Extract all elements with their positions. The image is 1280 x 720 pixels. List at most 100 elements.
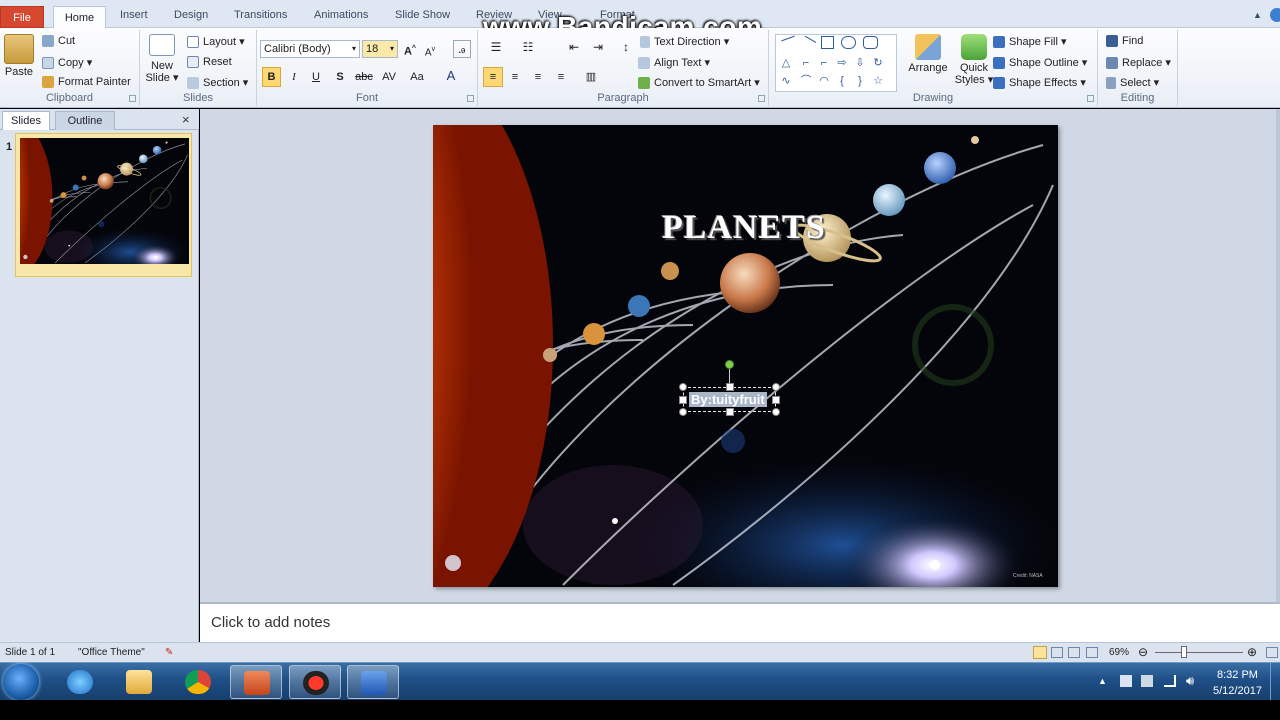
left-brace-icon[interactable]: { — [833, 72, 851, 90]
notes-pane[interactable]: Click to add notes — [200, 602, 1280, 642]
resize-handle-bl[interactable] — [679, 408, 687, 416]
align-right-icon[interactable]: ≡ — [529, 68, 547, 86]
resize-handle-tr[interactable] — [772, 383, 780, 391]
help-icon[interactable] — [1270, 8, 1280, 22]
clipboard-launcher-icon[interactable] — [129, 95, 136, 102]
font-launcher-icon[interactable] — [467, 95, 474, 102]
minimize-ribbon-icon[interactable]: ▲ — [1253, 10, 1265, 22]
clear-format-icon[interactable]: ꭿ — [453, 40, 471, 58]
taskbar-explorer[interactable] — [113, 665, 165, 699]
shape-effects-button[interactable]: Shape Effects ▾ — [993, 76, 1086, 90]
increase-indent-icon[interactable]: ⇥ — [586, 38, 610, 56]
close-pane-icon[interactable]: × — [182, 112, 190, 127]
notes-placeholder[interactable]: Click to add notes — [211, 614, 330, 631]
device-icon[interactable] — [1141, 675, 1153, 687]
character-spacing-button[interactable]: AV — [378, 68, 400, 86]
drawing-launcher-icon[interactable] — [1087, 95, 1094, 102]
right-arrow-shape-icon[interactable]: ⇨ — [833, 54, 851, 72]
arc-shape-icon[interactable]: ◠ — [815, 72, 833, 90]
taskbar-word[interactable] — [347, 665, 399, 699]
replace-button[interactable]: Replace ▾ — [1106, 56, 1171, 70]
cut-button[interactable]: Cut — [42, 35, 75, 48]
subtitle-textbox[interactable]: By:tuityfruit — [679, 383, 780, 416]
zoom-slider-thumb[interactable] — [1181, 646, 1187, 658]
select-button[interactable]: Select ▾ — [1106, 76, 1159, 90]
resize-handle-tl[interactable] — [679, 383, 687, 391]
right-brace-icon[interactable]: } — [851, 72, 869, 90]
slide-canvas[interactable]: PLANETS By:tuityfruit Credit: NASA — [433, 125, 1058, 587]
slide-title[interactable]: PLANETS — [662, 209, 826, 247]
taskbar-chrome[interactable] — [172, 665, 224, 699]
new-slide-button[interactable]: New Slide ▾ — [144, 34, 180, 84]
rectangle-shape-icon[interactable] — [821, 36, 834, 49]
reading-view-icon[interactable] — [1068, 647, 1080, 658]
elbow-connector-icon[interactable]: ⌐ — [797, 54, 815, 72]
triangle-shape-icon[interactable]: △ — [777, 54, 795, 72]
tab-slide-show[interactable]: Slide Show — [395, 9, 450, 21]
down-arrow-shape-icon[interactable]: ⇩ — [851, 54, 869, 72]
align-left-icon[interactable]: ≡ — [483, 67, 503, 87]
tab-transitions[interactable]: Transitions — [234, 9, 287, 21]
grow-font-icon[interactable]: A^ — [401, 40, 419, 58]
format-painter-button[interactable]: Format Painter — [42, 76, 131, 89]
italic-button[interactable]: I — [285, 68, 303, 86]
convert-smartart-button[interactable]: Convert to SmartArt ▾ — [638, 76, 760, 90]
bullets-icon[interactable]: ☰ — [484, 38, 508, 56]
oval-shape-icon[interactable] — [841, 36, 856, 49]
font-size-select[interactable]: 18 ▾ — [362, 40, 398, 58]
find-button[interactable]: Find — [1106, 35, 1143, 48]
tab-design[interactable]: Design — [174, 9, 208, 21]
editor-scrollbar[interactable] — [1276, 109, 1280, 602]
rounded-rect-shape-icon[interactable] — [863, 36, 878, 49]
slide-sorter-icon[interactable] — [1051, 647, 1063, 658]
paste-button[interactable]: Paste — [3, 34, 35, 78]
slide-thumbnail[interactable] — [15, 133, 192, 277]
start-button-icon[interactable] — [3, 664, 39, 700]
volume-icon[interactable]: 🔊︎ — [1186, 673, 1194, 689]
copy-button[interactable]: Copy ▾ — [42, 56, 92, 70]
spell-check-icon[interactable]: ✎ — [165, 647, 173, 658]
system-clock[interactable]: 8:32 PM 5/12/2017 — [1213, 667, 1262, 699]
align-center-icon[interactable]: ≡ — [506, 68, 524, 86]
underline-button[interactable]: U — [307, 68, 325, 86]
elbow-arrow-icon[interactable]: ⌐ — [815, 54, 833, 72]
star-shape-icon[interactable]: ☆ — [869, 72, 887, 90]
text-direction-button[interactable]: Text Direction ▾ — [640, 35, 729, 49]
resize-handle-tm[interactable] — [726, 383, 734, 391]
resize-handle-br[interactable] — [772, 408, 780, 416]
resize-handle-ml[interactable] — [679, 396, 687, 404]
columns-icon[interactable]: ▥ — [582, 68, 600, 86]
quick-styles-button[interactable]: Quick Styles ▾ — [952, 34, 996, 86]
bold-button[interactable]: B — [262, 67, 281, 87]
zoom-out-icon[interactable]: ⊖ — [1138, 645, 1148, 659]
taskbar-powerpoint[interactable] — [230, 665, 282, 699]
text-shadow-button[interactable]: S — [331, 68, 349, 86]
tab-outline[interactable]: Outline — [55, 111, 115, 130]
line-spacing-icon[interactable]: ↕ — [614, 38, 638, 56]
show-desktop-button[interactable] — [1270, 663, 1280, 700]
slide-subtitle[interactable]: By:tuityfruit — [689, 392, 767, 407]
fit-to-window-icon[interactable] — [1266, 647, 1278, 658]
change-case-button[interactable]: Aa — [405, 68, 429, 86]
strikethrough-button[interactable]: abc — [353, 68, 375, 86]
layout-button[interactable]: Layout ▾ — [187, 35, 245, 49]
shape-fill-button[interactable]: Shape Fill ▾ — [993, 35, 1067, 49]
numbering-icon[interactable]: ☷ — [516, 38, 540, 56]
taskbar-ie[interactable] — [54, 665, 106, 699]
tab-insert[interactable]: Insert — [120, 9, 148, 21]
arrange-button[interactable]: Arrange — [903, 34, 953, 74]
resize-handle-bm[interactable] — [726, 408, 734, 416]
tab-slides[interactable]: Slides — [2, 111, 50, 130]
justify-icon[interactable]: ≡ — [552, 68, 570, 86]
reset-button[interactable]: Reset — [187, 56, 232, 69]
resize-handle-mr[interactable] — [772, 396, 780, 404]
rotation-handle[interactable] — [725, 360, 734, 369]
shrink-font-icon[interactable]: Av — [421, 41, 439, 59]
show-hidden-icons[interactable]: ▲ — [1098, 676, 1107, 686]
tab-file[interactable]: File — [0, 6, 44, 28]
font-color-button[interactable]: A — [442, 67, 460, 85]
paragraph-launcher-icon[interactable] — [758, 95, 765, 102]
section-button[interactable]: Section ▾ — [187, 76, 248, 90]
slide-show-icon[interactable] — [1086, 647, 1098, 658]
action-center-icon[interactable] — [1120, 675, 1132, 687]
